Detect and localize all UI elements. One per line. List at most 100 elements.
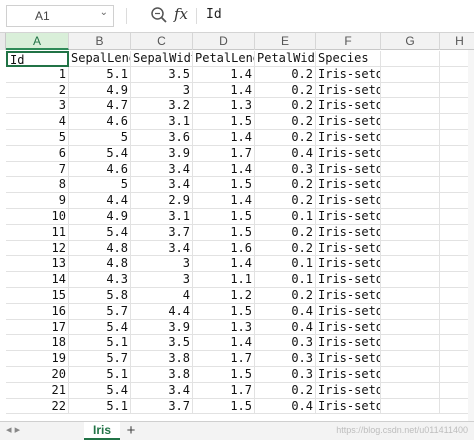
value-cell[interactable]: 0.2 xyxy=(255,177,316,194)
species-cell[interactable]: Iris-setosa xyxy=(316,224,381,241)
value-cell[interactable]: 4.7 xyxy=(69,98,131,115)
id-cell[interactable]: 16 xyxy=(6,303,69,320)
value-cell[interactable]: 1.3 xyxy=(193,98,255,115)
species-cell[interactable]: Iris-setosa xyxy=(316,82,381,99)
species-cell[interactable]: Iris-setosa xyxy=(316,398,381,415)
value-cell[interactable]: 5.1 xyxy=(69,66,131,83)
header-cell[interactable]: SepalLengt xyxy=(69,51,131,67)
value-cell[interactable]: 3.8 xyxy=(131,351,193,367)
species-cell[interactable]: Iris-setosa xyxy=(316,272,381,288)
value-cell[interactable]: 4 xyxy=(131,288,193,304)
value-cell[interactable]: 1.7 xyxy=(193,351,255,367)
value-cell[interactable]: 1.5 xyxy=(193,224,255,241)
value-cell[interactable]: 0.4 xyxy=(255,303,316,320)
value-cell[interactable]: 3.7 xyxy=(131,224,193,241)
empty-cell[interactable] xyxy=(381,82,440,99)
value-cell[interactable]: 1.4 xyxy=(193,161,255,178)
species-cell[interactable]: Iris-setosa xyxy=(316,240,381,257)
column-header-h[interactable]: H xyxy=(440,33,474,50)
empty-cell[interactable] xyxy=(381,351,440,367)
species-cell[interactable]: Iris-setosa xyxy=(316,335,381,352)
value-cell[interactable]: 1.7 xyxy=(193,382,255,399)
value-cell[interactable]: 5.7 xyxy=(69,351,131,367)
value-cell[interactable]: 1.4 xyxy=(193,256,255,273)
value-cell[interactable]: 1.1 xyxy=(193,272,255,288)
function-icon[interactable]: fx xyxy=(174,5,188,23)
value-cell[interactable]: 1.2 xyxy=(193,288,255,304)
value-cell[interactable]: 1.4 xyxy=(193,193,255,209)
value-cell[interactable]: 3.4 xyxy=(131,177,193,194)
value-cell[interactable]: 0.3 xyxy=(255,335,316,352)
value-cell[interactable]: 3.5 xyxy=(131,335,193,352)
empty-cell[interactable] xyxy=(381,193,440,209)
value-cell[interactable]: 1.5 xyxy=(193,114,255,130)
value-cell[interactable]: 3.8 xyxy=(131,367,193,383)
zoom-icon[interactable] xyxy=(150,6,168,24)
species-cell[interactable]: Iris-setosa xyxy=(316,114,381,130)
id-cell[interactable]: 19 xyxy=(6,351,69,367)
id-cell[interactable]: 9 xyxy=(6,193,69,209)
value-cell[interactable]: 3.4 xyxy=(131,382,193,399)
species-cell[interactable]: Iris-setosa xyxy=(316,209,381,225)
value-cell[interactable]: 3.9 xyxy=(131,319,193,336)
value-cell[interactable]: 5.8 xyxy=(69,288,131,304)
id-cell[interactable]: 10 xyxy=(6,209,69,225)
chevron-down-icon[interactable]: ⌄ xyxy=(100,7,108,18)
value-cell[interactable]: 5.4 xyxy=(69,319,131,336)
id-cell[interactable]: 4 xyxy=(6,114,69,130)
id-cell[interactable]: 14 xyxy=(6,272,69,288)
value-cell[interactable]: 3 xyxy=(131,82,193,99)
species-cell[interactable]: Iris-setosa xyxy=(316,193,381,209)
header-cell[interactable]: SepalWidt xyxy=(131,51,193,67)
value-cell[interactable]: 0.3 xyxy=(255,351,316,367)
empty-cell[interactable] xyxy=(381,272,440,288)
value-cell[interactable]: 0.2 xyxy=(255,382,316,399)
value-cell[interactable]: 1.4 xyxy=(193,335,255,352)
value-cell[interactable]: 3.7 xyxy=(131,398,193,415)
value-cell[interactable]: 0.1 xyxy=(255,272,316,288)
id-cell[interactable]: 2 xyxy=(6,82,69,99)
empty-cell[interactable] xyxy=(381,367,440,383)
empty-cell[interactable] xyxy=(381,256,440,273)
value-cell[interactable]: 4.3 xyxy=(69,272,131,288)
value-cell[interactable]: 4.8 xyxy=(69,240,131,257)
value-cell[interactable]: 1.5 xyxy=(193,209,255,225)
empty-cell[interactable] xyxy=(381,177,440,194)
value-cell[interactable]: 5 xyxy=(69,130,131,146)
species-cell[interactable]: Iris-setosa xyxy=(316,177,381,194)
value-cell[interactable]: 0.2 xyxy=(255,130,316,146)
value-cell[interactable]: 4.4 xyxy=(131,303,193,320)
value-cell[interactable]: 4.6 xyxy=(69,161,131,178)
column-header-e[interactable]: E xyxy=(255,33,316,50)
empty-cell[interactable] xyxy=(381,224,440,241)
value-cell[interactable]: 5 xyxy=(69,177,131,194)
value-cell[interactable]: 3.6 xyxy=(131,130,193,146)
empty-cell[interactable] xyxy=(381,398,440,415)
value-cell[interactable]: 1.5 xyxy=(193,303,255,320)
value-cell[interactable]: 5.4 xyxy=(69,145,131,162)
value-cell[interactable]: 0.2 xyxy=(255,114,316,130)
value-cell[interactable]: 5.1 xyxy=(69,367,131,383)
value-cell[interactable]: 1.4 xyxy=(193,66,255,83)
value-cell[interactable]: 4.9 xyxy=(69,82,131,99)
id-cell[interactable]: 21 xyxy=(6,382,69,399)
empty-cell[interactable] xyxy=(381,240,440,257)
value-cell[interactable]: 0.4 xyxy=(255,398,316,415)
id-cell[interactable]: 22 xyxy=(6,398,69,415)
empty-cell[interactable] xyxy=(381,335,440,352)
value-cell[interactable]: 3.1 xyxy=(131,209,193,225)
vertical-scrollbar[interactable] xyxy=(468,50,474,421)
header-cell[interactable]: PetalLengt xyxy=(193,51,255,67)
column-header-d[interactable]: D xyxy=(193,33,255,50)
species-cell[interactable]: Iris-setosa xyxy=(316,256,381,273)
column-header-c[interactable]: C xyxy=(131,33,193,50)
id-cell[interactable]: 17 xyxy=(6,319,69,336)
value-cell[interactable]: 5.7 xyxy=(69,303,131,320)
name-box[interactable]: A1 ⌄ xyxy=(6,5,114,27)
id-cell[interactable]: 5 xyxy=(6,130,69,146)
id-cell[interactable]: 20 xyxy=(6,367,69,383)
value-cell[interactable]: 4.9 xyxy=(69,209,131,225)
add-sheet-icon[interactable]: + xyxy=(124,422,138,440)
empty-cell[interactable] xyxy=(381,130,440,146)
value-cell[interactable]: 5.4 xyxy=(69,382,131,399)
